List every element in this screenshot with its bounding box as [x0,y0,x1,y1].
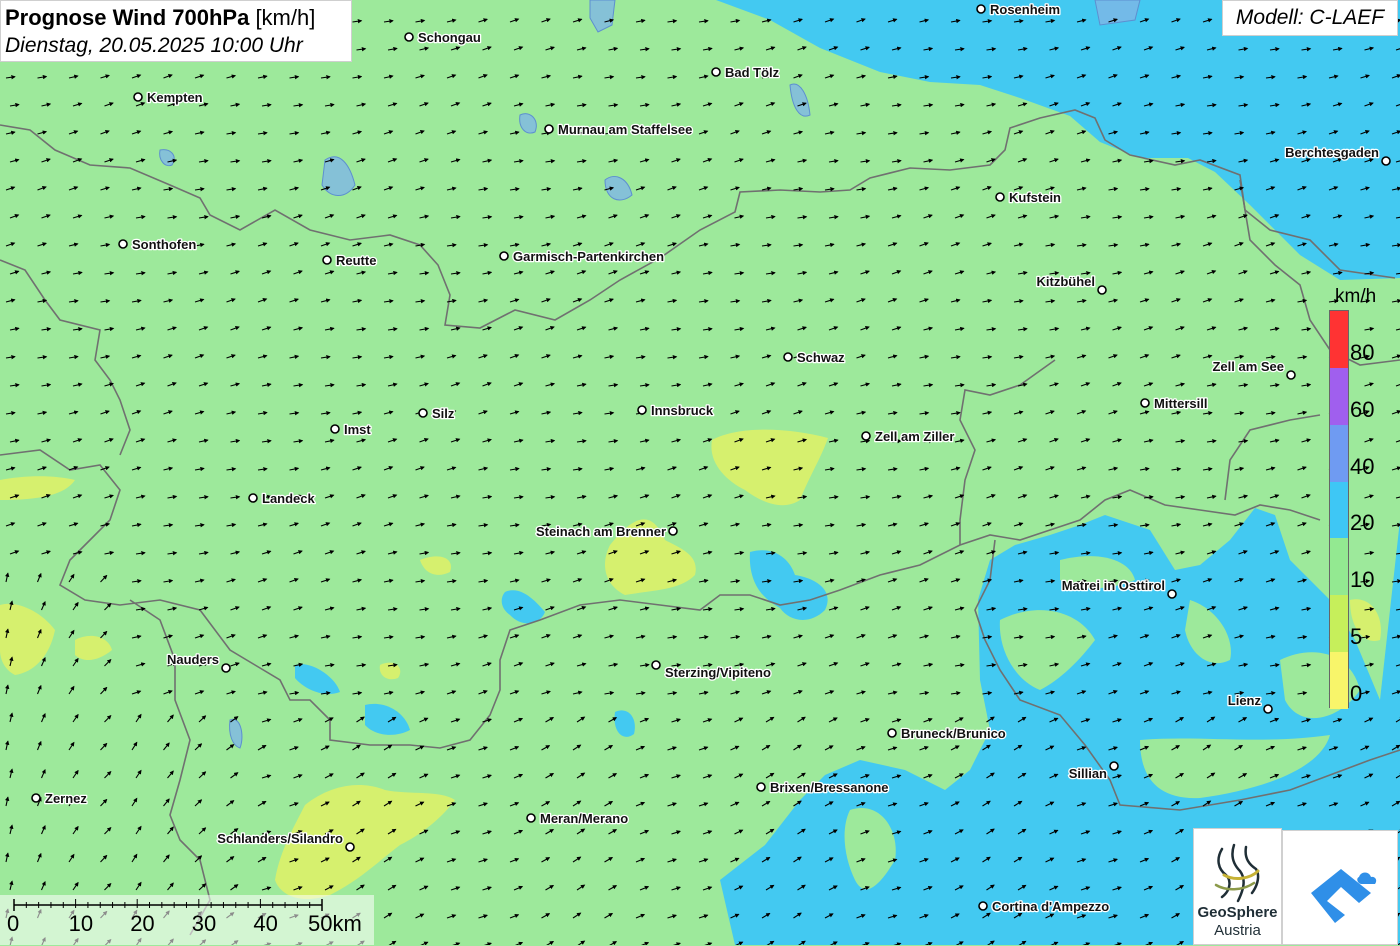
color-legend: km/h 80 60 40 20 10 5 0 [1327,282,1387,722]
city-label: Lienz [1228,693,1262,708]
city-marker [978,901,988,911]
title-box: Prognose Wind 700hPa [km/h] Dienstag, 20… [0,0,352,62]
city-marker [1140,398,1150,408]
city-label: Schlanders/Silandro [217,831,343,846]
city-label: Innsbruck [651,403,714,418]
city-marker [1097,285,1107,295]
city-marker [1109,761,1119,771]
city-marker [418,408,428,418]
title-main: Prognose Wind 700hPa [5,5,250,30]
weather-app-logo [1282,830,1398,945]
city-label: Schwaz [797,350,845,365]
city-label: Sonthofen [132,237,196,252]
city-marker [1263,704,1273,714]
legend-label: 0 [1350,681,1363,706]
city-marker [345,842,355,852]
city-label: Kufstein [1009,190,1061,205]
legend-label: 80 [1350,339,1375,365]
city-label: Murnau am Staffelsee [558,122,692,137]
city-marker [248,493,258,503]
scale-label: 0 [7,911,20,936]
city-marker [221,663,231,673]
city-marker [887,728,897,738]
city-marker [31,793,41,803]
city-marker [322,255,332,265]
legend-swatch [1330,595,1348,653]
city-marker [756,782,766,792]
forecast-date: Dienstag, 20.05.2025 10:00 Uhr [5,34,303,57]
city-marker [1381,156,1391,166]
city-marker [1286,370,1296,380]
city-label: Kempten [147,90,203,105]
wind-map[interactable]: Rosenheim Schongau Bad Tölz Kempten Murnau a… [0,0,1400,945]
city-marker [976,4,986,14]
city-label: Imst [344,422,371,437]
city-label: Landeck [262,491,316,506]
city-marker [404,32,414,42]
title-unit: [km/h] [255,5,316,30]
legend-swatch [1330,652,1348,710]
scale-label: 10 [68,911,94,936]
city-label: Bruneck/Brunico [901,726,1006,741]
city-marker [118,239,128,249]
city-marker [526,813,536,823]
city-label: Brixen/Bressanone [770,780,889,795]
geosphere-emblem-icon [1214,843,1260,903]
legend-swatch [1330,538,1348,596]
scale-bar: 0 10 20 30 40 50km [0,895,374,945]
legend-label: 10 [1350,567,1375,593]
city-label: Steinach am Brenner [536,524,666,539]
geosphere-name: GeoSphere [1197,904,1278,921]
city-label: Bad Tölz [725,65,780,80]
city-label: Kitzbühel [1037,274,1096,289]
city-label: Zernez [45,791,87,806]
city-marker [133,92,143,102]
city-marker [861,431,871,441]
city-label: Sterzing/Vipiteno [665,665,771,680]
city-label: Nauders [167,652,219,667]
city-label: Sillian [1069,766,1107,781]
scale-label: 20 [130,911,155,936]
geosphere-country: Austria [1214,922,1261,939]
city-marker [330,424,340,434]
city-label: Meran/Merano [540,811,628,826]
legend-label: 5 [1350,624,1363,650]
city-marker [637,405,647,415]
city-label: Schongau [418,30,481,45]
legend-swatch [1330,311,1348,369]
city-marker [783,352,793,362]
city-label: Cortina d'Ampezzo [992,899,1109,914]
legend-label: 40 [1350,453,1375,479]
city-label: Zell am See [1212,359,1284,374]
city-marker [544,124,554,134]
city-marker [651,660,661,670]
city-label: Garmisch-Partenkirchen [513,249,664,264]
city-marker [711,67,721,77]
legend-unit: km/h [1335,286,1377,307]
legend-label: 60 [1350,396,1375,422]
legend-color-bar [1329,310,1349,710]
city-marker [995,192,1005,202]
scale-label: 50km [308,911,362,936]
legend-swatch [1330,424,1348,483]
city-marker [1167,589,1177,599]
geosphere-logo: GeoSphere Austria [1193,828,1282,945]
city-label: Reutte [336,253,376,268]
house-cloud-icon [1311,869,1377,923]
city-label: Rosenheim [990,2,1060,17]
city-marker [499,251,509,261]
city-label: Zell am Ziller [875,429,954,444]
model-label: Modell: C-LAEF [1222,0,1398,36]
legend-swatch [1330,481,1348,539]
legend-swatch [1330,367,1348,426]
map-title: Prognose Wind 700hPa [km/h] [5,4,351,32]
scale-label: 30 [191,911,217,936]
city-label: Matrei in Osttirol [1062,578,1165,593]
city-label: Mittersill [1154,396,1207,411]
legend-label: 20 [1350,510,1375,536]
city-label: Silz [432,406,455,421]
scale-label: 40 [253,911,278,936]
city-label: Berchtesgaden [1285,145,1379,160]
city-marker [668,526,678,536]
